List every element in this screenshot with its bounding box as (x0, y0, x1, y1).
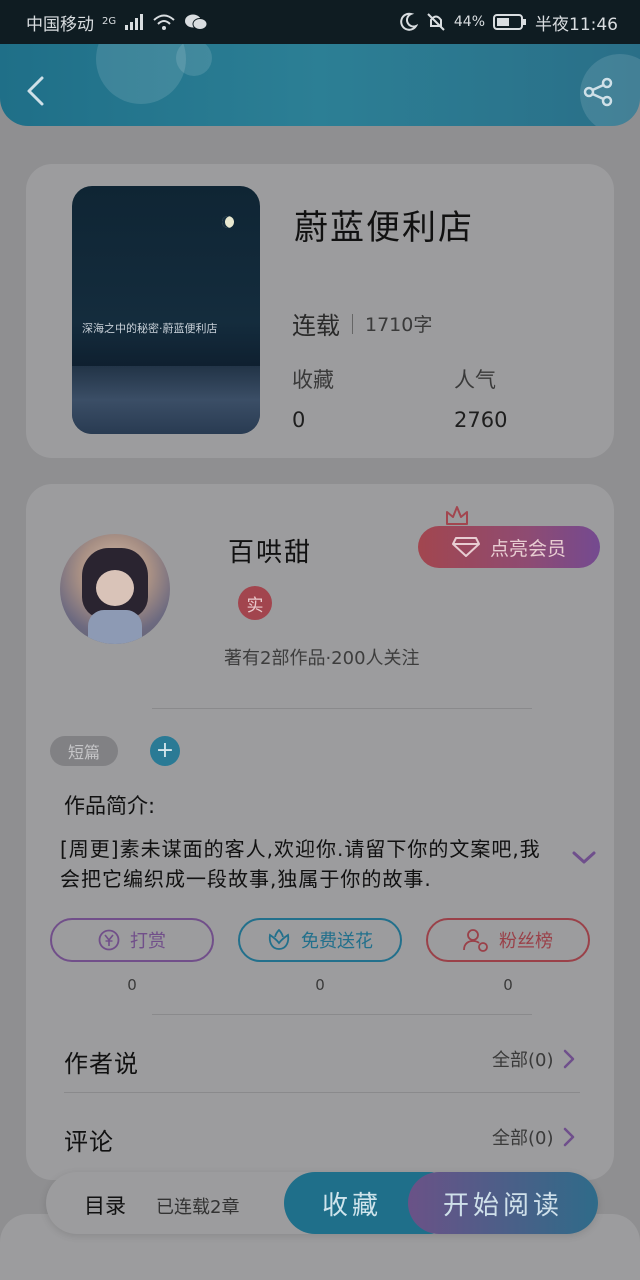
reward-count: 0 (127, 976, 137, 994)
author-meta: 著有2部作品·200人关注 (224, 648, 420, 669)
battery-icon (493, 13, 527, 31)
book-detail-card: 百哄甜 实 著有2部作品·200人关注 点亮会员 短篇 + 作品简介: [周更]… (26, 484, 614, 1180)
verified-badge: 实 (238, 586, 272, 620)
network-label: 2G (102, 15, 117, 27)
fans-ranking-button[interactable]: 粉丝榜 (426, 918, 590, 962)
tag-chip[interactable]: 短篇 (50, 736, 118, 766)
fans-count: 0 (503, 976, 513, 994)
intro-title: 作品简介: (64, 794, 156, 818)
book-cover[interactable]: 深海之中的秘密·蔚蓝便利店 (72, 186, 260, 434)
table-of-contents-button[interactable]: 目录 (84, 1190, 126, 1220)
book-status-row: 连载 1710字 (292, 306, 432, 341)
section-divider (152, 1014, 532, 1015)
book-info-card: 深海之中的秘密·蔚蓝便利店 蔚蓝便利店 连载 1710字 收藏 0 人气 276… (26, 164, 614, 458)
back-button[interactable] (20, 74, 50, 108)
reward-label: 打赏 (130, 931, 166, 952)
comments-all-label: 全部(0) (492, 1128, 554, 1149)
avatar-face (96, 570, 134, 606)
moon-icon (398, 12, 418, 32)
crown-icon (446, 506, 468, 525)
user-rank-icon (463, 929, 488, 952)
bottom-action-bar: 目录 已连载2章 收藏 开始阅读 (46, 1172, 598, 1234)
comments-title: 评论 (64, 1128, 114, 1156)
chevron-right-icon (563, 1127, 574, 1147)
top-header (0, 44, 640, 126)
fans-ranking-label: 粉丝榜 (499, 931, 553, 952)
cover-sea (72, 366, 260, 434)
start-reading-label: 开始阅读 (442, 1190, 563, 1221)
popularity-label: 人气 (454, 368, 496, 392)
word-count: 1710字 (365, 314, 433, 336)
favorites-value: 0 (292, 408, 306, 432)
mute-bell-icon (426, 12, 446, 32)
diamond-icon (451, 537, 480, 557)
book-title: 蔚蓝便利店 (294, 208, 474, 248)
avatar-body (88, 610, 142, 644)
author-says-all-link[interactable]: 全部(0) (492, 1046, 576, 1072)
collect-label: 收藏 (321, 1190, 382, 1221)
share-button[interactable] (580, 74, 616, 110)
status-bar: 中国移动 2G 44% 半夜11:46 (0, 0, 640, 44)
flower-count: 0 (315, 976, 325, 994)
wifi-icon (152, 13, 176, 31)
intro-text: [周更]素未谋面的客人,欢迎你.请留下你的文案吧,我会把它编织成一段故事,独属于… (60, 837, 541, 891)
wechat-icon (184, 12, 208, 32)
send-flower-label: 免费送花 (301, 931, 373, 952)
vip-button-label: 点亮会员 (489, 537, 566, 560)
start-reading-button[interactable]: 开始阅读 (408, 1172, 598, 1234)
cover-caption: 深海之中的秘密·蔚蓝便利店 (82, 322, 218, 335)
send-flower-button[interactable]: 免费送花 (238, 918, 402, 962)
row-divider (64, 1092, 580, 1093)
status-divider (352, 313, 353, 334)
decor-bubble (96, 44, 186, 104)
carrier-label: 中国移动 (26, 14, 94, 35)
favorites-label: 收藏 (292, 368, 334, 392)
author-name[interactable]: 百哄甜 (228, 532, 312, 569)
decor-bubble (176, 44, 212, 76)
battery-percent: 44% (453, 14, 485, 30)
chevron-left-icon (27, 76, 44, 106)
author-says-all-label: 全部(0) (492, 1050, 554, 1071)
clock: 半夜11:46 (535, 14, 618, 35)
author-says-title: 作者说 (64, 1050, 139, 1078)
popularity-value: 2760 (454, 408, 508, 432)
serial-status: 连载 (292, 312, 340, 340)
reward-button[interactable]: 打赏 (50, 918, 214, 962)
signal-icon (124, 14, 144, 30)
add-tag-button[interactable]: + (150, 736, 180, 766)
chapter-count[interactable]: 已连载2章 (156, 1193, 239, 1219)
share-icon (583, 77, 613, 107)
section-divider (152, 708, 532, 709)
chevron-right-icon (563, 1049, 574, 1069)
yen-icon (98, 929, 120, 951)
vip-button[interactable]: 点亮会员 (418, 526, 600, 568)
comments-all-link[interactable]: 全部(0) (492, 1124, 576, 1150)
author-avatar[interactable] (60, 534, 170, 644)
moon-graphic (222, 216, 234, 228)
chevron-down-icon[interactable] (570, 848, 598, 868)
flower-icon (268, 929, 290, 950)
